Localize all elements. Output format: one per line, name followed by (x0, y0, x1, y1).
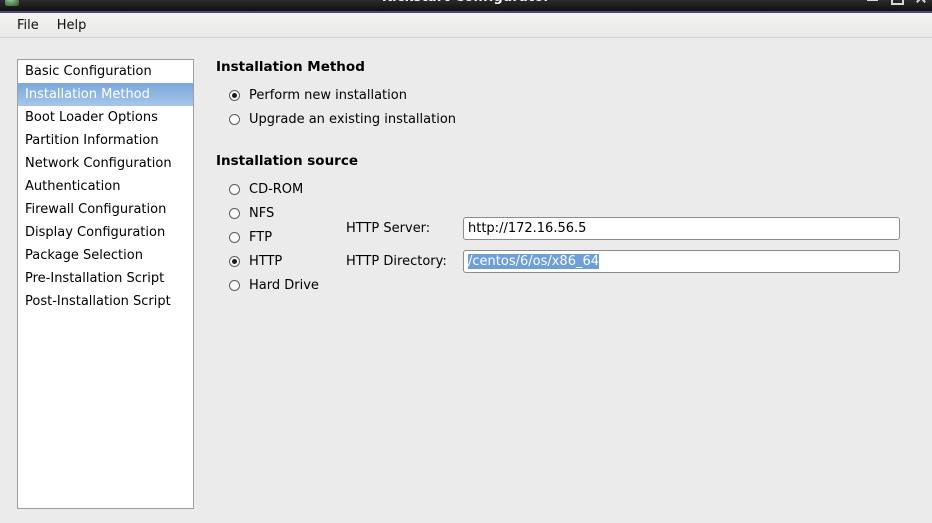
radio-row-perform-new-installation[interactable]: Perform new installation (216, 83, 916, 107)
sidebar-item-pre-installation-script[interactable]: Pre-Installation Script (18, 267, 193, 290)
radio-label-upgrade-existing-installation: Upgrade an existing installation (249, 111, 457, 127)
radio-nfs[interactable] (229, 207, 240, 219)
input-http-directory[interactable]: /centos/6/os/x86_64 (463, 250, 900, 273)
installation-source-heading: Installation source (216, 153, 359, 169)
radio-ftp[interactable] (229, 231, 240, 243)
menubar: File Help (0, 13, 932, 38)
radio-label-ftp: FTP (249, 229, 273, 245)
installation-source-block: CD-ROM NFS FTP HTTP Hard Drive HTTP Serv… (216, 177, 916, 312)
window-title: Kickstart Configurator (0, 0, 932, 5)
workspace: Basic Configuration Installation Method … (0, 39, 932, 523)
content-pane: Installation Method Perform new installa… (216, 59, 916, 312)
window-titlebar[interactable]: Kickstart Configurator (0, 0, 932, 11)
radio-hard-drive[interactable] (229, 279, 240, 291)
radio-http[interactable] (229, 255, 240, 267)
sidebar-item-post-installation-script[interactable]: Post-Installation Script (18, 290, 193, 313)
http-fields: HTTP Server: http://172.16.56.5 HTTP Dir… (346, 212, 911, 278)
sidebar-item-basic-configuration[interactable]: Basic Configuration (18, 60, 193, 83)
window-controls (867, 0, 926, 5)
radio-label-cdrom: CD-ROM (249, 181, 304, 197)
input-http-directory-value: /centos/6/os/x86_64 (468, 254, 600, 269)
radio-label-nfs: NFS (249, 205, 275, 221)
sidebar-item-firewall-configuration[interactable]: Firewall Configuration (18, 198, 193, 221)
menu-item-help[interactable]: Help (48, 16, 96, 35)
sidebar-item-display-configuration[interactable]: Display Configuration (18, 221, 193, 244)
radio-label-http: HTTP (249, 253, 283, 269)
input-http-server-value: http://172.16.56.5 (468, 221, 587, 236)
sidebar-item-partition-information[interactable]: Partition Information (18, 129, 193, 152)
installation-method-heading: Installation Method (216, 59, 365, 75)
menu-item-file[interactable]: File (8, 16, 48, 35)
sidebar-item-installation-method[interactable]: Installation Method (18, 83, 193, 106)
radio-upgrade-existing-installation[interactable] (229, 113, 240, 125)
radio-row-cdrom[interactable]: CD-ROM (216, 177, 396, 201)
close-icon[interactable] (915, 0, 926, 3)
label-http-directory: HTTP Directory: (346, 254, 447, 269)
label-http-server: HTTP Server: (346, 221, 431, 236)
radio-label-hard-drive: Hard Drive (249, 277, 319, 293)
sidebar-item-authentication[interactable]: Authentication (18, 175, 193, 198)
radio-cdrom[interactable] (229, 183, 240, 195)
sidebar-item-boot-loader-options[interactable]: Boot Loader Options (18, 106, 193, 129)
sidebar-list[interactable]: Basic Configuration Installation Method … (17, 59, 194, 509)
radio-perform-new-installation[interactable] (229, 89, 240, 101)
radio-label-perform-new-installation: Perform new installation (249, 87, 407, 103)
radio-row-upgrade-existing-installation[interactable]: Upgrade an existing installation (216, 107, 916, 131)
field-row-http-server: HTTP Server: http://172.16.56.5 (346, 212, 911, 245)
maximize-icon[interactable] (891, 0, 904, 5)
minimize-icon[interactable] (867, 0, 878, 3)
input-http-server[interactable]: http://172.16.56.5 (463, 217, 900, 240)
sidebar-item-package-selection[interactable]: Package Selection (18, 244, 193, 267)
field-row-http-directory: HTTP Directory: /centos/6/os/x86_64 (346, 245, 911, 278)
sidebar-item-network-configuration[interactable]: Network Configuration (18, 152, 193, 175)
